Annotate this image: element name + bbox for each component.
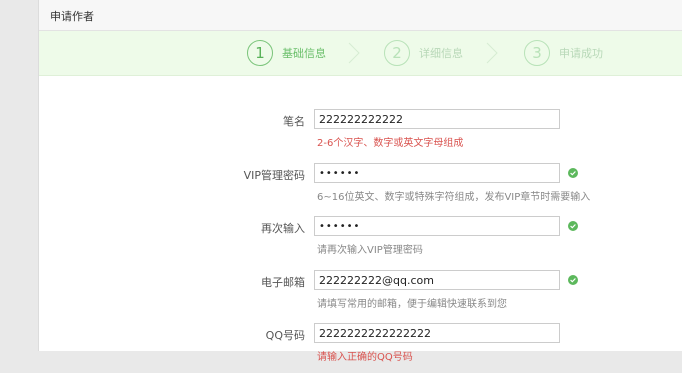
step-number: 3 [524, 40, 550, 66]
check-circle-icon [568, 221, 578, 231]
panel-header: 申请作者 [39, 0, 682, 31]
step-number: 2 [384, 40, 410, 66]
step-label: 基础信息 [282, 47, 326, 60]
pen-name-input[interactable] [314, 109, 560, 129]
chevron-right-icon [348, 42, 360, 64]
step-number: 1 [247, 40, 273, 66]
pen-name-error: 2-6个汉字、数字或英文字母组成 [317, 138, 464, 149]
email-hint: 请填写常用的邮箱，便于编辑快速联系到您 [317, 299, 507, 310]
email-input[interactable] [314, 270, 560, 290]
step-label: 详细信息 [419, 47, 463, 60]
chevron-right-icon [486, 42, 498, 64]
qq-input[interactable] [314, 323, 560, 343]
form-row-email: 电子邮箱 请填写常用的邮箱，便于编辑快速联系到您 [39, 270, 682, 320]
vip-password-input[interactable] [314, 163, 560, 183]
page-title: 申请作者 [50, 10, 94, 23]
form-row-confirm-password: 再次输入 请再次输入VIP管理密码 [39, 216, 682, 266]
pen-name-label: 笔名 [283, 115, 305, 128]
confirm-password-label: 再次输入 [261, 222, 305, 235]
confirm-password-input[interactable] [314, 216, 560, 236]
form-row-qq: QQ号码 请输入正确的QQ号码 [39, 323, 682, 373]
form-row-vip-password: VIP管理密码 6~16位英文、数字或特殊字符组成，发布VIP章节时需要输入 [39, 163, 682, 213]
confirm-password-hint: 请再次输入VIP管理密码 [317, 245, 423, 256]
vip-password-hint: 6~16位英文、数字或特殊字符组成，发布VIP章节时需要输入 [317, 192, 591, 203]
step-label: 申请成功 [559, 47, 603, 60]
check-circle-icon [568, 168, 578, 178]
email-label: 电子邮箱 [261, 276, 305, 289]
qq-label: QQ号码 [265, 329, 305, 342]
steps-bar: 1 基础信息 2 详细信息 3 申请成功 [39, 31, 682, 76]
qq-error: 请输入正确的QQ号码 [317, 352, 413, 363]
form-row-pen-name: 笔名 2-6个汉字、数字或英文字母组成 [39, 109, 682, 159]
check-circle-icon [568, 275, 578, 285]
apply-author-panel: 申请作者 1 基础信息 2 详细信息 3 申请成功 笔名 2-6个汉字、数字或英… [38, 0, 682, 363]
vip-password-label: VIP管理密码 [243, 169, 305, 182]
